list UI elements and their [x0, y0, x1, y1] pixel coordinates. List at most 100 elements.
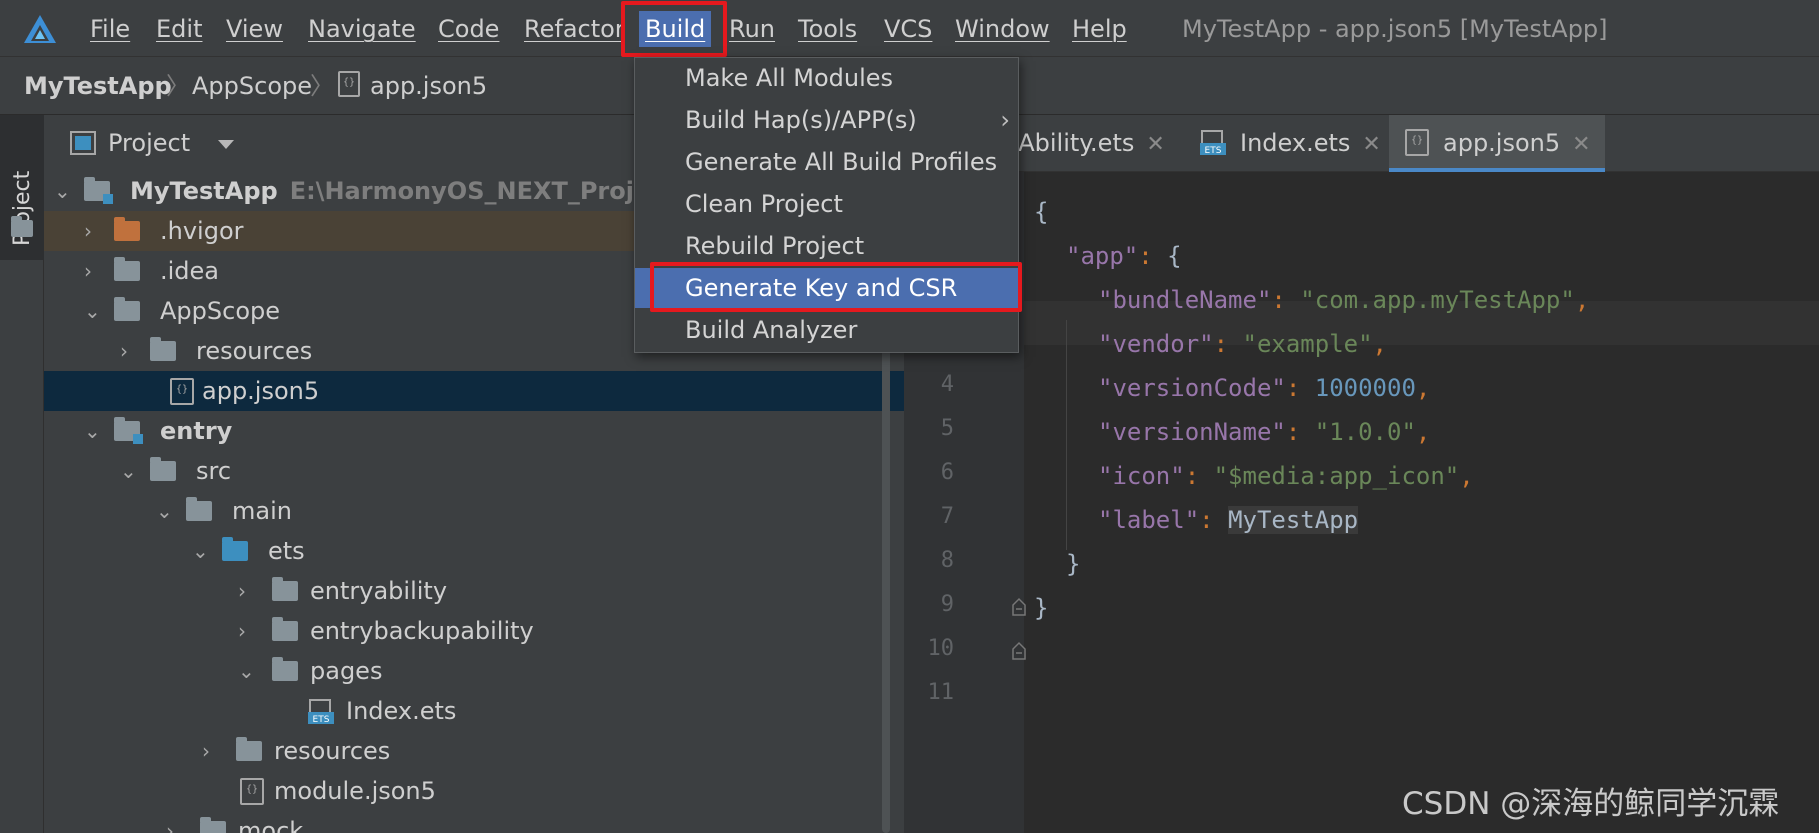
breadcrumb-project[interactable]: MyTestApp — [24, 69, 172, 103]
code-line: } — [1034, 594, 1049, 622]
folder-icon — [114, 257, 140, 281]
submenu-arrow-icon: › — [1000, 106, 1010, 134]
build-menu-highlight-box — [621, 1, 727, 57]
tree-item-app-json5[interactable]: {} app.json5 — [44, 371, 904, 411]
menu-item-build-analyzer[interactable]: Build Analyzer — [635, 310, 1018, 350]
tree-item-module-json5[interactable]: {} module.json5 — [44, 771, 904, 811]
code-line: "versionCode": 1000000, — [1098, 374, 1431, 402]
chevron-right-icon[interactable]: › — [84, 251, 104, 291]
module-folder-icon — [84, 177, 113, 204]
tree-item-entry[interactable]: ⌄ entry — [44, 411, 904, 451]
fold-marker-icon[interactable] — [1011, 641, 1027, 661]
svg-text:ETS: ETS — [313, 715, 330, 725]
tree-item-main[interactable]: ⌄ main — [44, 491, 904, 531]
tree-item-label: .idea — [160, 257, 220, 285]
tab-entryability[interactable]: yAbility.ets ✕ — [1004, 115, 1177, 172]
line-number: 8 — [940, 548, 954, 573]
breadcrumb-separator-icon: 〉 — [310, 72, 334, 100]
close-icon[interactable]: ✕ — [1146, 132, 1164, 157]
tree-item-index-ets[interactable]: ETS Index.ets — [44, 691, 904, 731]
chevron-down-icon[interactable] — [216, 138, 236, 150]
project-scrollbar[interactable] — [882, 315, 890, 833]
code-line: { — [1034, 198, 1049, 226]
ets-file-icon: ETS — [308, 699, 334, 725]
tree-item-label: ets — [268, 537, 305, 565]
breadcrumb-file[interactable]: app.json5 — [370, 69, 487, 103]
folder-icon — [11, 216, 33, 237]
folder-icon — [236, 737, 262, 761]
project-tool-tab[interactable]: Project — [0, 115, 44, 260]
menu-vcs[interactable]: VCS — [884, 11, 932, 47]
generate-key-highlight-box — [650, 262, 1022, 312]
menu-edit[interactable]: Edit — [156, 11, 202, 47]
tree-item-pages[interactable]: ⌄ pages — [44, 651, 904, 691]
close-icon[interactable]: ✕ — [1572, 132, 1590, 157]
close-icon[interactable]: ✕ — [1362, 132, 1380, 157]
menu-window[interactable]: Window — [955, 11, 1050, 47]
app-logo-icon — [24, 15, 56, 43]
tree-item-label: resources — [196, 337, 313, 365]
line-number: 6 — [940, 460, 954, 485]
menu-code[interactable]: Code — [438, 11, 499, 47]
tree-item-label: Index.ets — [346, 697, 457, 725]
code-line: "versionName": "1.0.0", — [1098, 418, 1431, 446]
tree-item-resources-main[interactable]: › resources — [44, 731, 904, 771]
tab-index-ets[interactable]: ETS Index.ets ✕ — [1200, 115, 1395, 172]
breadcrumb-appscope[interactable]: AppScope — [192, 69, 312, 103]
fold-marker-icon[interactable] — [1011, 597, 1027, 617]
code-line: "bundleName": "com.app.myTestApp", — [1098, 286, 1590, 314]
chevron-right-icon[interactable]: › — [166, 811, 186, 833]
indent-guide — [1066, 320, 1067, 550]
json-file-icon: {} — [170, 378, 194, 405]
tree-item-ets[interactable]: ⌄ ets — [44, 531, 904, 571]
line-number: 5 — [940, 416, 954, 441]
tree-item-label: entryability — [310, 577, 448, 605]
chevron-right-icon[interactable]: › — [120, 331, 140, 371]
menu-view[interactable]: View — [226, 11, 283, 47]
chevron-down-icon[interactable]: ⌄ — [120, 451, 140, 491]
menu-item-label: Build Hap(s)/APP(s) — [685, 106, 917, 134]
chevron-down-icon[interactable]: ⌄ — [84, 291, 104, 331]
chevron-right-icon[interactable]: › — [202, 731, 222, 771]
menu-file[interactable]: File — [90, 11, 130, 47]
tree-item-label: mock — [238, 817, 304, 833]
tree-item-src[interactable]: ⌄ src — [44, 451, 904, 491]
menu-tools[interactable]: Tools — [798, 11, 857, 47]
tab-app-json5[interactable]: {} app.json5 ✕ — [1389, 115, 1605, 172]
menu-item-make-all-modules[interactable]: Make All Modules — [635, 58, 1018, 98]
folder-icon — [186, 497, 212, 521]
chevron-down-icon[interactable]: ⌄ — [238, 651, 258, 691]
folder-blue-icon — [222, 537, 248, 561]
tree-item-label: main — [232, 497, 292, 525]
folder-icon — [272, 617, 298, 641]
menu-refactor[interactable]: Refactor — [524, 11, 625, 47]
tree-item-label: resources — [274, 737, 391, 765]
menu-item-rebuild-project[interactable]: Rebuild Project — [635, 226, 1018, 266]
tree-item-label: entry — [160, 417, 233, 445]
chevron-right-icon[interactable]: › — [238, 611, 258, 651]
tree-item-label: app.json5 — [202, 377, 320, 405]
chevron-right-icon[interactable]: › — [238, 571, 258, 611]
menu-item-generate-build-profiles[interactable]: Generate All Build Profiles — [635, 142, 1018, 182]
menu-item-build-haps[interactable]: Build Hap(s)/APP(s) › — [635, 100, 1018, 140]
code-editor[interactable]: 4 5 6 7 8 9 10 11 { "app": { "bundleName… — [904, 172, 1819, 833]
code-line: "app": { — [1066, 242, 1182, 270]
project-panel-title[interactable]: Project — [108, 125, 190, 161]
module-folder-icon — [114, 417, 143, 444]
json-file-icon: {} — [240, 778, 264, 805]
menu-help[interactable]: Help — [1072, 11, 1127, 47]
tree-item-entryability[interactable]: › entryability — [44, 571, 904, 611]
chevron-down-icon[interactable]: ⌄ — [192, 531, 212, 571]
tree-item-mock[interactable]: › mock — [44, 811, 904, 833]
chevron-right-icon[interactable]: › — [84, 211, 104, 251]
menu-item-clean-project[interactable]: Clean Project — [635, 184, 1018, 224]
tree-item-label: src — [196, 457, 232, 485]
chevron-down-icon[interactable]: ⌄ — [156, 491, 176, 531]
menu-navigate[interactable]: Navigate — [308, 11, 416, 47]
svg-text:ETS: ETS — [1205, 146, 1222, 156]
menu-run[interactable]: Run — [729, 11, 775, 47]
chevron-down-icon[interactable]: ⌄ — [84, 411, 104, 451]
chevron-down-icon[interactable]: ⌄ — [54, 171, 74, 211]
tree-item-entrybackupability[interactable]: › entrybackupability — [44, 611, 904, 651]
watermark: CSDN @深海的鲸同学沉霖 — [1402, 786, 1780, 822]
